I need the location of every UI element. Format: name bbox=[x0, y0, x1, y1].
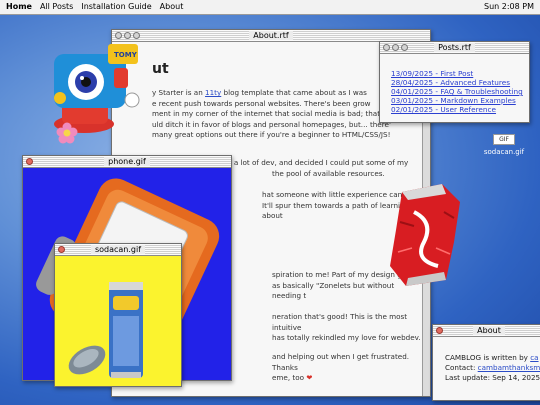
menu-all-posts[interactable]: All Posts bbox=[40, 0, 73, 14]
close-button[interactable] bbox=[436, 327, 443, 334]
about-info-content: CAMBLOG is written by ca Contact: cambam… bbox=[433, 337, 540, 400]
text: neration that's good! This is the most i… bbox=[272, 312, 408, 332]
text: has totally rekindled my love for webdev… bbox=[272, 333, 421, 342]
close-button[interactable] bbox=[58, 246, 65, 253]
post-link-first-post[interactable]: 13/09/2025 - First Post bbox=[391, 69, 473, 78]
sodacan-window: sodacan.gif bbox=[54, 243, 182, 387]
posts-window: Posts.rtf 13/09/2025 - First Post 28/04/… bbox=[379, 41, 530, 123]
menu-about[interactable]: About bbox=[160, 0, 184, 14]
text: and helping out when I get frustrated. T… bbox=[272, 352, 410, 372]
window-title: Posts.rtf bbox=[434, 43, 475, 52]
menu-home[interactable]: Home bbox=[6, 0, 32, 14]
close-button[interactable] bbox=[26, 158, 33, 165]
robot-toy-image: TOMY bbox=[54, 44, 140, 133]
gif-file-icon: GIF bbox=[493, 134, 515, 145]
minimize-button[interactable] bbox=[392, 44, 399, 51]
11ty-link[interactable]: 11ty bbox=[205, 88, 221, 97]
flower-icon bbox=[56, 122, 78, 144]
post-link-advanced-features[interactable]: 28/04/2025 - Advanced Features bbox=[391, 78, 510, 87]
menu-installation-guide[interactable]: Installation Guide bbox=[81, 0, 151, 14]
text: y Starter is an bbox=[152, 88, 206, 97]
menu-bar: Home All Posts Installation Guide About … bbox=[0, 0, 540, 15]
author-link[interactable]: ca bbox=[530, 353, 538, 362]
window-title: About.rtf bbox=[249, 31, 293, 40]
post-link-markdown-examples[interactable]: 03/01/2025 - Markdown Examples bbox=[391, 96, 516, 105]
desktop-icon-sodacan[interactable]: GIF sodacan.gif bbox=[480, 134, 528, 156]
heart-icon: ❤ bbox=[306, 373, 313, 382]
post-link-faq[interactable]: 04/01/2025 - FAQ & Troubleshooting bbox=[391, 87, 523, 96]
desktop-icon-label: sodacan.gif bbox=[483, 148, 525, 156]
zoom-button[interactable] bbox=[401, 44, 408, 51]
window-title: phone.gif bbox=[104, 157, 150, 166]
window-title: sodacan.gif bbox=[90, 245, 146, 254]
page-title: ut bbox=[152, 61, 169, 77]
text: blog template that came about as I was bbox=[221, 88, 367, 97]
about-info-window: About CAMBLOG is written by ca Contact: … bbox=[432, 324, 540, 401]
author-line: CAMBLOG is written by ca bbox=[445, 353, 539, 362]
text: eme, too bbox=[272, 373, 305, 382]
posts-list: 13/09/2025 - First Post 28/04/2025 - Adv… bbox=[380, 54, 529, 122]
contact-link[interactable]: cambamthanksm bbox=[478, 363, 540, 372]
close-button[interactable] bbox=[383, 44, 390, 51]
window-title: About bbox=[473, 326, 505, 335]
about-info-titlebar[interactable]: About bbox=[433, 325, 540, 337]
sodacan-image-area bbox=[55, 256, 181, 386]
text: Contact: bbox=[445, 363, 478, 372]
text: many great options out there if you're a… bbox=[152, 130, 391, 139]
post-link-user-reference[interactable]: 02/01/2025 - User Reference bbox=[391, 105, 496, 114]
phone-window-titlebar[interactable]: phone.gif bbox=[23, 156, 231, 168]
last-update: Last update: Sep 14, 2025 bbox=[445, 373, 540, 382]
toy-label: TOMY bbox=[114, 51, 138, 59]
sodacan-window-titlebar[interactable]: sodacan.gif bbox=[55, 244, 181, 256]
sodacan-image bbox=[68, 282, 143, 378]
text: CAMBLOG is written by bbox=[445, 353, 531, 362]
contact-line: Contact: cambamthanksm bbox=[445, 363, 540, 372]
menu-clock: Sun 2:08 PM bbox=[484, 2, 534, 11]
posts-window-titlebar[interactable]: Posts.rtf bbox=[380, 42, 529, 54]
crushed-can-image bbox=[390, 184, 460, 286]
